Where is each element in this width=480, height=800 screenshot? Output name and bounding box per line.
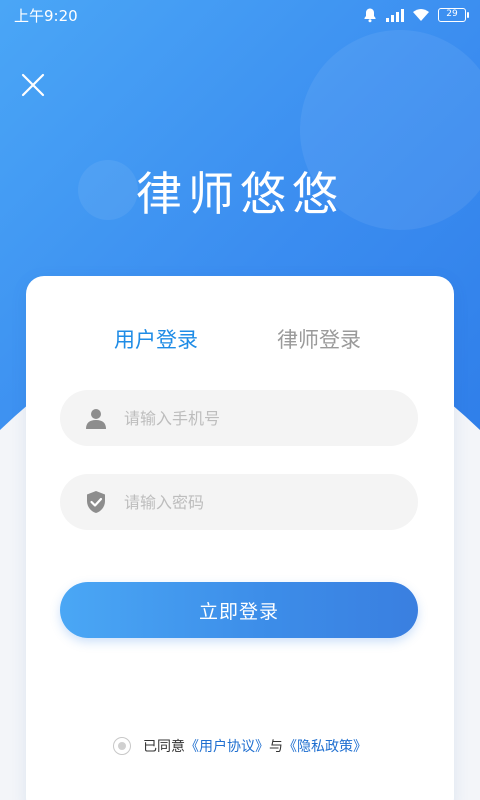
close-button[interactable] <box>20 72 46 98</box>
shield-check-icon <box>87 491 105 513</box>
bell-icon <box>364 8 376 23</box>
tab-user-login[interactable]: 用户登录 <box>114 324 198 354</box>
close-icon <box>21 73 45 97</box>
user-icon <box>86 409 106 429</box>
radio-dot <box>118 742 126 750</box>
phone-field[interactable] <box>60 390 418 446</box>
privacy-policy-link[interactable]: 《隐私政策》 <box>283 736 367 756</box>
agreement-joiner: 与 <box>269 739 283 755</box>
password-field[interactable] <box>60 474 418 530</box>
battery-icon: 29 <box>438 8 469 22</box>
agreement-prefix: 已同意 <box>143 739 185 755</box>
status-time: 上午9:20 <box>14 6 78 25</box>
login-card: 用户登录 律师登录 立即登录 已同意 《用户协议》 与 《隐私政策》 <box>26 276 454 800</box>
password-input[interactable] <box>124 492 404 512</box>
status-bar: 上午9:20 29 <box>0 0 480 30</box>
user-agreement-link[interactable]: 《用户协议》 <box>185 736 269 756</box>
battery-level: 29 <box>446 9 458 19</box>
agreement-radio[interactable] <box>113 737 131 755</box>
agreement-row: 已同意 《用户协议》 与 《隐私政策》 <box>26 736 454 756</box>
login-button[interactable]: 立即登录 <box>60 582 418 638</box>
status-icons: 29 <box>362 7 469 23</box>
phone-input[interactable] <box>124 408 404 428</box>
tab-lawyer-login[interactable]: 律师登录 <box>277 324 361 354</box>
app-title: 律师悠悠 <box>136 167 344 221</box>
login-tabs: 用户登录 律师登录 <box>26 324 454 356</box>
wifi-icon <box>413 9 429 21</box>
signal-icon <box>386 9 404 22</box>
